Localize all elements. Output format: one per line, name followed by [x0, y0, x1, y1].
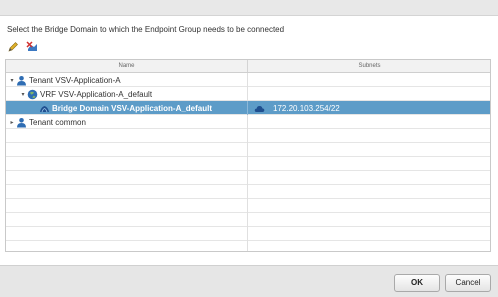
- tree-row-label: Bridge Domain VSV-Application-A_default: [52, 103, 213, 113]
- dialog-footer: OK Cancel: [0, 265, 498, 297]
- empty-row: [6, 157, 490, 171]
- grid-header: Name Subnets: [6, 60, 490, 73]
- tree-row-vrf-vsv-application-a-default[interactable]: ▾ VRF VSV-Application-A_default: [6, 87, 490, 101]
- empty-row: [6, 171, 490, 185]
- column-header-name[interactable]: Name: [6, 60, 247, 72]
- empty-row: [6, 143, 490, 157]
- subnet-cloud-icon: [254, 103, 265, 114]
- tenant-icon: [16, 75, 27, 86]
- empty-row: [6, 227, 490, 241]
- toolbar: [6, 40, 39, 54]
- empty-row: [6, 199, 490, 213]
- tenant-icon: [16, 117, 27, 128]
- empty-row: [6, 241, 490, 251]
- remove-bridge-domain-icon[interactable]: [26, 41, 39, 54]
- tree-row-tenant-vsv-application-a[interactable]: ▾ Tenant VSV-Application-A: [6, 73, 490, 87]
- subnet-cell: 172.20.103.254/22: [273, 103, 340, 113]
- dialog-titlebar: [0, 0, 498, 16]
- tree-row-label: Tenant common: [29, 117, 86, 127]
- column-header-subnets[interactable]: Subnets: [247, 60, 490, 72]
- tree-row-label: VRF VSV-Application-A_default: [40, 89, 153, 99]
- empty-row: [6, 185, 490, 199]
- tree-row-tenant-common[interactable]: ▸ Tenant common: [6, 115, 490, 129]
- tree-row-bridge-domain-vsv-application-a-default[interactable]: Bridge Domain VSV-Application-A_default …: [6, 101, 490, 115]
- expand-toggle-icon[interactable]: ▸: [8, 119, 16, 126]
- ok-button[interactable]: OK: [394, 274, 440, 292]
- edit-pencil-icon[interactable]: [6, 41, 19, 54]
- tree-row-label: Tenant VSV-Application-A: [29, 75, 121, 85]
- dialog-instruction: Select the Bridge Domain to which the En…: [7, 25, 285, 34]
- cancel-button[interactable]: Cancel: [445, 274, 491, 292]
- bridge-domain-icon: [39, 103, 50, 114]
- empty-row: [6, 213, 490, 227]
- expand-toggle-icon[interactable]: ▾: [19, 91, 27, 98]
- vrf-globe-icon: [27, 89, 38, 100]
- grid-rows: ▾ Tenant VSV-Application-A ▾ VRF VSV-App…: [6, 73, 490, 251]
- empty-row: [6, 129, 490, 143]
- bridge-domain-tree-grid: Name Subnets ▾ Tenant VSV-Application-A …: [5, 59, 491, 252]
- expand-toggle-icon[interactable]: ▾: [8, 77, 16, 84]
